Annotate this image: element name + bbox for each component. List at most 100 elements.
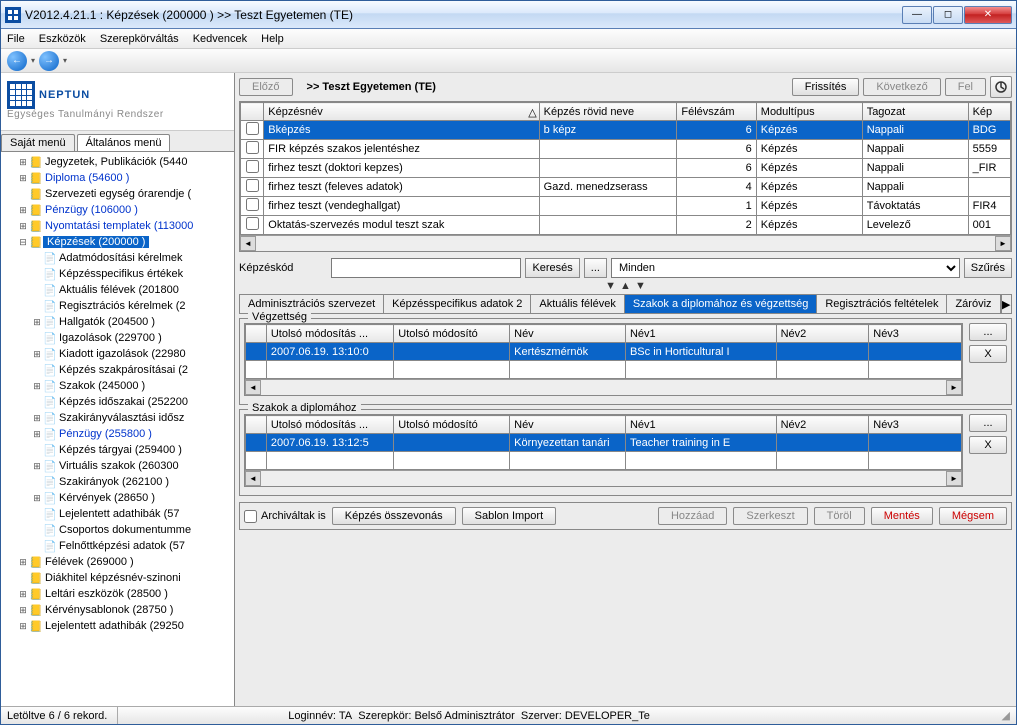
tree-node[interactable]: ⊞📒Diploma (54600 ) — [1, 170, 234, 186]
up-button[interactable]: Fel — [945, 78, 986, 96]
grid-row[interactable]: FIR képzés szakos jelentéshez6KépzésNapp… — [241, 140, 1011, 159]
tree-node[interactable]: 📒Diákhitel képzésnév-szinoni — [1, 570, 234, 586]
tree-node[interactable]: ⊞📒Leltári eszközök (28500 ) — [1, 586, 234, 602]
tree-expander-icon[interactable]: ⊞ — [31, 461, 43, 472]
merge-button[interactable]: Képzés összevonás — [332, 507, 456, 525]
row-checkbox[interactable] — [246, 217, 259, 230]
prev-button[interactable]: Előző — [239, 78, 293, 96]
nav-back-button[interactable]: ← — [7, 51, 27, 71]
detail-tab[interactable]: Aktuális félévek — [531, 295, 624, 313]
archive-checkbox-label[interactable]: Archiváltak is — [244, 510, 326, 523]
search-input[interactable] — [331, 258, 521, 278]
tree-node[interactable]: 📄Aktuális félévek (201800 — [1, 282, 234, 298]
tree-expander-icon[interactable]: ⊞ — [17, 557, 29, 568]
inner-grid-row[interactable]: 2007.06.19. 13:12:5Környezettan tanáriTe… — [246, 434, 962, 452]
close-button[interactable]: ✕ — [964, 6, 1012, 24]
tree-node[interactable]: ⊞📒Pénzügy (106000 ) — [1, 202, 234, 218]
grid-row[interactable]: firhez teszt (feleves adatok)Gazd. mened… — [241, 178, 1011, 197]
menu-help[interactable]: Help — [261, 33, 284, 45]
menu-tools[interactable]: Eszközök — [39, 33, 86, 45]
tree-node[interactable]: ⊞📒Jegyzetek, Publikációk (5440 — [1, 154, 234, 170]
archive-checkbox[interactable] — [244, 510, 257, 523]
tree-expander-icon[interactable]: ⊞ — [17, 589, 29, 600]
filter-button[interactable]: Szűrés — [964, 258, 1012, 278]
row-checkbox[interactable] — [246, 160, 259, 173]
row-checkbox[interactable] — [246, 179, 259, 192]
nav-forward-dropdown[interactable]: ▾ — [63, 56, 67, 65]
grid-row[interactable]: firhez teszt (doktori kepzes)6KépzésNapp… — [241, 159, 1011, 178]
inner-grid-header[interactable]: Utolsó módosítás ... — [266, 325, 393, 343]
tree-node[interactable]: 📄Lejelentett adathibák (57 — [1, 506, 234, 522]
menu-favorites[interactable]: Kedvencek — [193, 33, 247, 45]
save-button[interactable]: Mentés — [871, 507, 933, 525]
tree-node[interactable]: 📄Szakirányok (262100 ) — [1, 474, 234, 490]
tree-expander-icon[interactable]: ⊞ — [17, 605, 29, 616]
tree-expander-icon[interactable]: ⊞ — [31, 349, 43, 360]
qual-hscroll[interactable]: ◄► — [245, 379, 962, 395]
tree-node[interactable]: 📄Képzés tárgyai (259400 ) — [1, 442, 234, 458]
tree-expander-icon[interactable]: ⊞ — [17, 205, 29, 216]
qualification-grid[interactable]: Utolsó módosítás ...Utolsó módosítóNévNé… — [244, 323, 963, 396]
tree-expander-icon[interactable]: ⊞ — [31, 413, 43, 424]
inner-grid-header[interactable]: Név3 — [869, 325, 962, 343]
tree-expander-icon[interactable]: ⊞ — [17, 173, 29, 184]
expand-strip[interactable]: ▼▲▼ — [239, 280, 1012, 292]
tree-expander-icon[interactable]: ⊞ — [17, 221, 29, 232]
tree-node[interactable]: ⊞📒Nyomtatási templatek (113000 — [1, 218, 234, 234]
tree-expander-icon[interactable]: ⊟ — [17, 237, 29, 248]
inner-grid-header[interactable]: Név2 — [776, 325, 869, 343]
grid-header[interactable]: Kép — [968, 103, 1010, 121]
cancel-button[interactable]: Mégsem — [939, 507, 1007, 525]
qual-delete-button[interactable]: X — [969, 345, 1007, 363]
grid-row[interactable]: Oktatás-szervezés modul teszt szak2Képzé… — [241, 216, 1011, 235]
minimize-button[interactable]: — — [902, 6, 932, 24]
tree-expander-icon[interactable]: ⊞ — [31, 493, 43, 504]
grid-header[interactable]: Modultípus — [756, 103, 862, 121]
inner-grid-header[interactable]: Utolsó módosító — [394, 325, 510, 343]
tab-own-menu[interactable]: Saját menü — [1, 134, 75, 151]
row-checkbox[interactable] — [246, 122, 259, 135]
search-button[interactable]: Keresés — [525, 258, 579, 278]
tree-node[interactable]: ⊞📄Pénzügy (255800 ) — [1, 426, 234, 442]
dm-more-button[interactable]: ... — [969, 414, 1007, 432]
tree-node[interactable]: 📄Képzésspecifikus értékek — [1, 266, 234, 282]
tree-node[interactable]: 📄Adatmódosítási kérelmek — [1, 250, 234, 266]
tree-node[interactable]: ⊞📄Szakirányválasztási idősz — [1, 410, 234, 426]
tree-node[interactable]: ⊞📒Kérvénysablonok (28750 ) — [1, 602, 234, 618]
delete-button[interactable]: Töröl — [814, 507, 865, 525]
inner-grid-header[interactable]: Név1 — [625, 416, 776, 434]
menu-rolechange[interactable]: Szerepkörváltás — [100, 33, 179, 45]
detail-tab[interactable]: Szakok a diplomához és végzettség — [625, 295, 818, 313]
detail-tab[interactable]: Záróviz — [947, 295, 1000, 313]
filter-select[interactable]: Minden — [611, 258, 960, 278]
tree-node[interactable]: 📄Csoportos dokumentumme — [1, 522, 234, 538]
inner-grid-header[interactable] — [246, 325, 267, 343]
grid-row[interactable]: firhez teszt (vendeghallgat)1KépzésTávok… — [241, 197, 1011, 216]
inner-grid-header[interactable]: Név3 — [869, 416, 962, 434]
inner-grid-header[interactable]: Utolsó módosítás ... — [266, 416, 393, 434]
tree-node[interactable]: ⊞📒Félévek (269000 ) — [1, 554, 234, 570]
search-more-button[interactable]: ... — [584, 258, 607, 278]
detail-tab[interactable]: Regisztrációs feltételek — [817, 295, 947, 313]
import-button[interactable]: Sablon Import — [462, 507, 556, 525]
nav-forward-button[interactable]: → — [39, 51, 59, 71]
inner-grid-header[interactable]: Név — [510, 416, 626, 434]
navigation-tree[interactable]: ⊞📒Jegyzetek, Publikációk (5440⊞📒Diploma … — [1, 152, 234, 706]
tree-node[interactable]: ⊞📒Lejelentett adathibák (29250 — [1, 618, 234, 634]
detail-tab[interactable]: Képzésspecifikus adatok 2 — [384, 295, 531, 313]
tree-node[interactable]: 📄Igazolások (229700 ) — [1, 330, 234, 346]
resize-grip-icon[interactable]: ◢ — [1002, 709, 1010, 722]
grid-header[interactable] — [241, 103, 264, 121]
inner-grid-header[interactable]: Utolsó módosító — [394, 416, 510, 434]
menu-file[interactable]: File — [7, 33, 25, 45]
inner-grid-row[interactable]: 2007.06.19. 13:10:0KertészmérnökBSc in H… — [246, 343, 962, 361]
pin-icon[interactable] — [990, 76, 1012, 98]
tree-node[interactable]: 📄Regisztrációs kérelmek (2 — [1, 298, 234, 314]
row-checkbox[interactable] — [246, 141, 259, 154]
tree-expander-icon[interactable]: ⊞ — [31, 317, 43, 328]
tree-expander-icon[interactable]: ⊞ — [17, 621, 29, 632]
next-button[interactable]: Következő — [863, 78, 940, 96]
inner-grid-header[interactable]: Név2 — [776, 416, 869, 434]
tree-node[interactable]: 📄Képzés időszakai (252200 — [1, 394, 234, 410]
tree-node[interactable]: ⊞📄Virtuális szakok (260300 — [1, 458, 234, 474]
